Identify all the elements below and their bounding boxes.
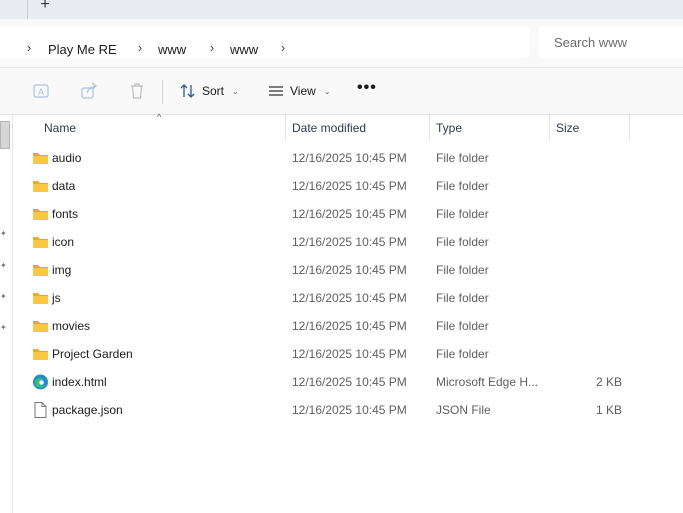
file-row[interactable]: data 12/16/2025 10:45 PM File folder: [13, 172, 653, 200]
file-row[interactable]: js 12/16/2025 10:45 PM File folder: [13, 284, 653, 312]
file-date: 12/16/2025 10:45 PM: [292, 291, 407, 305]
edge-icon: [33, 374, 48, 390]
delete-icon[interactable]: [128, 82, 146, 100]
file-date: 12/16/2025 10:45 PM: [292, 403, 407, 417]
file-row[interactable]: Project Garden 12/16/2025 10:45 PM File …: [13, 340, 653, 368]
file-date: 12/16/2025 10:45 PM: [292, 235, 407, 249]
file-date: 12/16/2025 10:45 PM: [292, 179, 407, 193]
file-name: icon: [52, 235, 75, 249]
chevron-right-icon[interactable]: ›: [278, 40, 288, 56]
file-date: 12/16/2025 10:45 PM: [292, 347, 407, 361]
breadcrumb-item-www[interactable]: www: [158, 42, 186, 57]
share-icon[interactable]: [80, 82, 98, 100]
file-date: 12/16/2025 10:45 PM: [292, 207, 407, 221]
folder-icon: [33, 293, 48, 304]
command-bar: A Sort ⌄ View ⌄ •••: [0, 68, 683, 115]
nav-pane-scrollbar[interactable]: [0, 121, 10, 149]
file-type: Microsoft Edge H...: [436, 375, 539, 389]
folder-icon: [33, 209, 48, 220]
column-header-date-modified[interactable]: Date modified: [286, 115, 430, 141]
navigation-pane: ✦ ✦ ✦ ✦: [0, 115, 13, 513]
view-icon: [269, 86, 283, 96]
sort-icon: [180, 84, 195, 98]
file-name: index.html: [52, 375, 107, 389]
file-row[interactable]: index.html 12/16/2025 10:45 PM Microsoft…: [13, 368, 653, 396]
file-type: File folder: [436, 263, 489, 277]
search-input[interactable]: Search www: [539, 26, 683, 58]
chevron-right-icon[interactable]: ›: [135, 40, 145, 56]
file-name: audio: [52, 151, 82, 165]
file-icon: [34, 402, 47, 418]
file-type: File folder: [436, 319, 489, 333]
file-date: 12/16/2025 10:45 PM: [292, 375, 407, 389]
folder-icon: [33, 321, 48, 332]
file-type: File folder: [436, 291, 489, 305]
file-type: File folder: [436, 347, 489, 361]
file-name: data: [52, 179, 76, 193]
file-name: Project Garden: [52, 347, 133, 361]
more-options-button[interactable]: •••: [357, 80, 377, 96]
sort-label: Sort: [202, 84, 225, 98]
rename-icon[interactable]: A: [32, 82, 50, 100]
view-button[interactable]: View ⌄: [268, 78, 331, 104]
pin-icon[interactable]: ✦: [0, 230, 8, 238]
search-placeholder: Search www: [554, 35, 627, 50]
chevron-down-icon: ⌄: [323, 86, 331, 96]
svg-text:A: A: [38, 87, 44, 97]
file-row[interactable]: fonts 12/16/2025 10:45 PM File folder: [13, 200, 653, 228]
file-date: 12/16/2025 10:45 PM: [292, 263, 407, 277]
file-type: File folder: [436, 179, 489, 193]
file-date: 12/16/2025 10:45 PM: [292, 151, 407, 165]
file-row[interactable]: img 12/16/2025 10:45 PM File folder: [13, 256, 653, 284]
file-row[interactable]: movies 12/16/2025 10:45 PM File folder: [13, 312, 653, 340]
file-size: 2 KB: [595, 375, 622, 389]
new-tab-button[interactable]: +: [38, 0, 52, 16]
column-header-name[interactable]: Name: [38, 115, 286, 141]
file-name: js: [52, 291, 61, 305]
tab-strip: +: [0, 0, 683, 19]
command-separator: [162, 80, 163, 104]
file-name: movies: [52, 319, 91, 333]
column-header-size[interactable]: Size: [550, 115, 630, 141]
address-row: › Play Me RE › www › www › Search www: [0, 19, 683, 68]
view-label: View: [290, 84, 316, 98]
file-name: img: [52, 263, 72, 277]
file-name: fonts: [52, 207, 79, 221]
pin-icon[interactable]: ✦: [0, 262, 8, 270]
breadcrumb-item-play-me-re[interactable]: Play Me RE: [48, 42, 117, 57]
chevron-right-icon[interactable]: ›: [24, 40, 34, 56]
file-size: 1 KB: [595, 403, 622, 417]
breadcrumb-item-www-current[interactable]: www: [230, 42, 258, 57]
file-type: JSON File: [436, 403, 491, 417]
file-type: File folder: [436, 151, 489, 165]
folder-icon: [33, 265, 48, 276]
file-row[interactable]: icon 12/16/2025 10:45 PM File folder: [13, 228, 653, 256]
file-date: 12/16/2025 10:45 PM: [292, 319, 407, 333]
sort-button[interactable]: Sort ⌄: [180, 78, 239, 104]
chevron-down-icon: ⌄: [232, 86, 239, 96]
folder-icon: [33, 237, 48, 248]
pin-icon[interactable]: ✦: [0, 293, 8, 301]
file-row[interactable]: audio 12/16/2025 10:45 PM File folder: [13, 144, 653, 172]
pin-icon[interactable]: ✦: [0, 324, 8, 332]
active-tab[interactable]: [0, 0, 28, 19]
file-row[interactable]: package.json 12/16/2025 10:45 PM JSON Fi…: [13, 396, 653, 424]
file-type: File folder: [436, 235, 489, 249]
chevron-right-icon[interactable]: ›: [207, 40, 217, 56]
folder-icon: [33, 153, 48, 164]
folder-icon: [33, 349, 48, 360]
address-bar[interactable]: › Play Me RE › www › www ›: [0, 26, 530, 58]
column-headers: ^ Name Date modified Type Size: [13, 112, 683, 141]
folder-icon: [33, 181, 48, 192]
file-name: package.json: [52, 403, 123, 417]
column-header-type[interactable]: Type: [430, 115, 550, 141]
file-type: File folder: [436, 207, 489, 221]
